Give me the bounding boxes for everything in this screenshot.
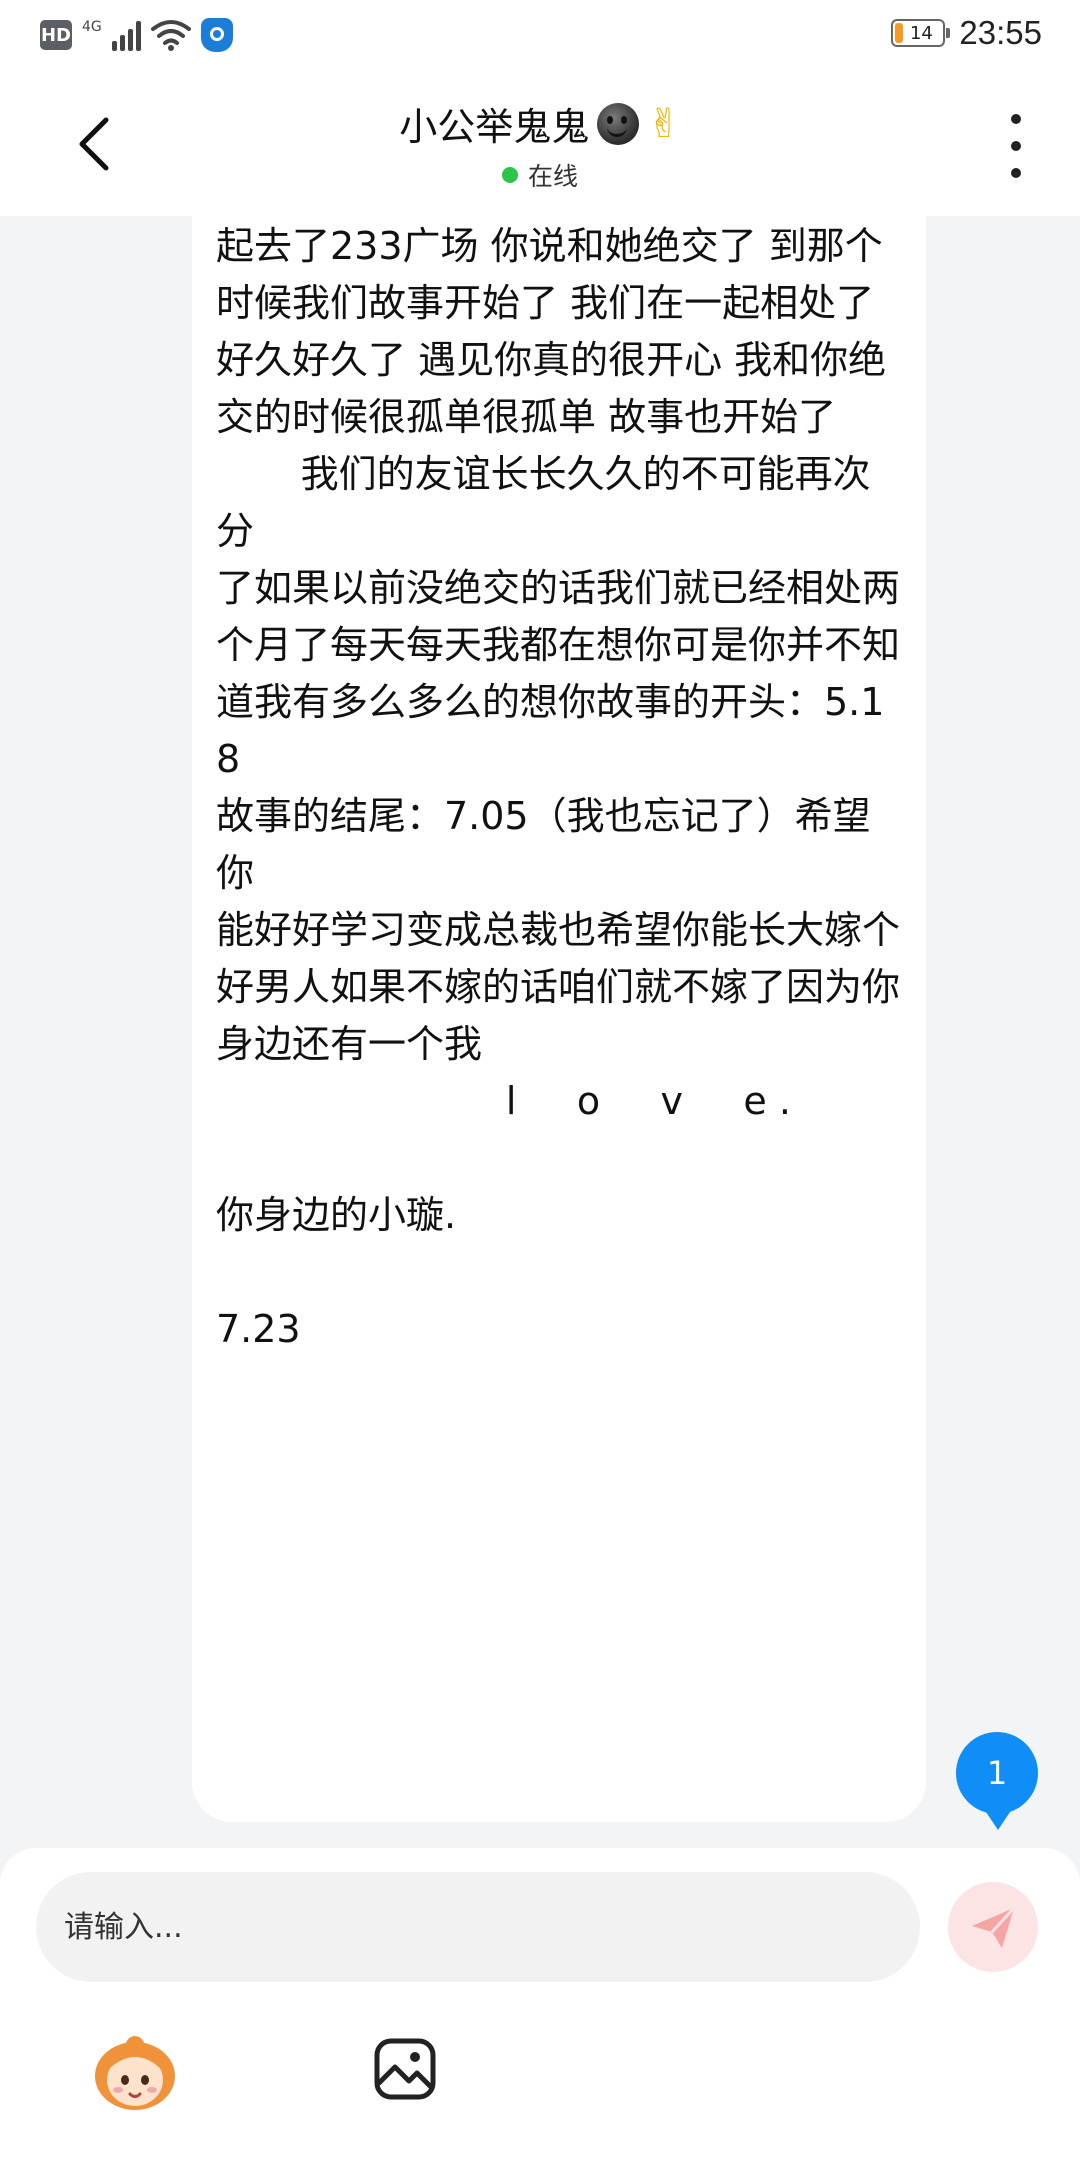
send-icon <box>972 1906 1016 1948</box>
status-bar: HD 4G 14 23:55 <box>0 0 1080 74</box>
shield-icon <box>200 18 233 52</box>
unread-count-badge[interactable]: 1 <box>956 1732 1038 1830</box>
hd-icon: HD <box>40 20 72 50</box>
more-vertical-icon <box>1011 114 1021 124</box>
image-icon <box>374 2038 436 2100</box>
chat-title-row: 小公举鬼鬼 ✌ <box>399 96 681 151</box>
dark-face-emoji-icon <box>597 102 640 145</box>
signal-icon <box>111 19 141 51</box>
composer-panel <box>0 1848 1080 2160</box>
online-dot-icon <box>501 167 518 183</box>
status-time: 23:55 <box>959 14 1042 51</box>
status-right: 14 23:55 <box>891 14 1042 52</box>
message-input[interactable] <box>36 1872 920 1982</box>
send-button[interactable] <box>948 1882 1038 1972</box>
online-status-text: 在线 <box>527 162 578 191</box>
battery-icon: 14 <box>891 19 951 47</box>
victory-hand-emoji-icon: ✌ <box>647 100 681 147</box>
chat-header: 小公举鬼鬼 ✌ 在线 <box>0 74 1080 216</box>
chat-title: 小公举鬼鬼 <box>399 105 590 149</box>
network-type-label: 4G <box>82 19 102 35</box>
status-left: HD 4G <box>40 18 233 52</box>
wifi-icon <box>150 20 191 51</box>
chat-title-area: 小公举鬼鬼 ✌ 在线 <box>0 96 1080 193</box>
battery-level: 14 <box>909 22 933 44</box>
message-text: 起去了233广场 你说和她绝交了 到那个 时候我们故事开始了 我们在一起相处了 … <box>216 224 901 1351</box>
avatar-icon <box>95 2036 175 2110</box>
more-options-button[interactable] <box>1004 114 1028 178</box>
message-bubble[interactable]: 起去了233广场 你说和她绝交了 到那个 时候我们故事开始了 我们在一起相处了 … <box>192 200 926 1822</box>
avatar-sticker-button[interactable] <box>92 2032 178 2112</box>
online-status: 在线 <box>501 157 578 193</box>
image-picker-button[interactable] <box>372 2036 438 2102</box>
